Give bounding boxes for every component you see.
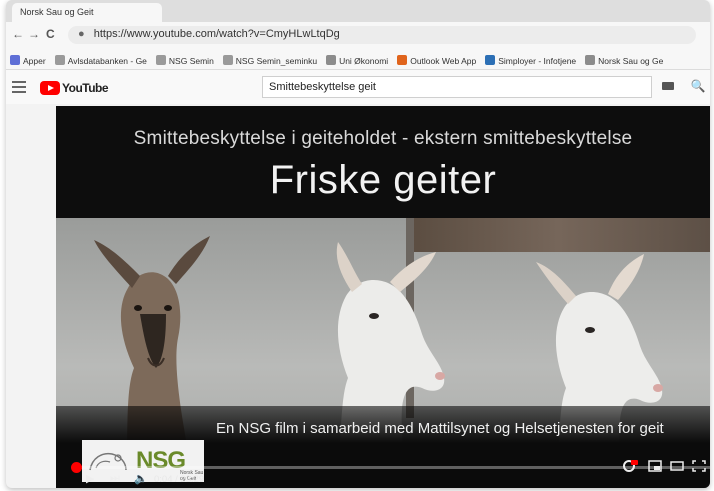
next-icon[interactable]: ⏭ [110, 472, 120, 485]
bookmark-item[interactable]: NSG Semin_seminku [222, 55, 318, 67]
bookmark-label: Simployer - Infotjene [498, 56, 577, 67]
keyboard-icon[interactable] [662, 82, 674, 90]
network-icon [155, 55, 166, 66]
page-icon [326, 55, 337, 66]
play-icon[interactable]: ▶ [86, 472, 94, 485]
youtube-logo-text: YouTube [62, 81, 109, 95]
bookmark-item[interactable]: Simployer - Infotjene [485, 55, 576, 66]
lock-icon: ● [78, 28, 85, 40]
menu-icon[interactable] [12, 81, 26, 96]
search-button[interactable]: 🔍 [686, 76, 710, 98]
fullscreen-icon[interactable] [692, 460, 706, 472]
apps-grid-icon [10, 55, 20, 66]
nsg-logo-text: NSG [136, 447, 186, 474]
progress-bar[interactable] [70, 462, 710, 473]
bookmark-item[interactable]: Uni Økonomi [326, 55, 388, 66]
bookmark-label: Uni Økonomi [339, 56, 389, 67]
bookmark-item[interactable]: Avlsdatabanken - Ge [54, 55, 147, 67]
search-icon: 🔍 [690, 79, 706, 93]
bookmark-label: Norsk Sau og Ge [598, 56, 664, 67]
browser-window: Norsk Sau og Geit ← → C ● https://www.yo… [6, 0, 710, 488]
video-player[interactable]: Smittebeskyttelse i geiteholdet - ekster… [56, 106, 710, 488]
network-icon [222, 55, 233, 66]
bookmark-item[interactable]: Apper [10, 55, 46, 66]
bookmark-label: Apper [23, 56, 46, 67]
browser-tab[interactable]: Norsk Sau og Geit [12, 3, 162, 22]
youtube-play-icon [40, 81, 60, 95]
search-input[interactable]: Smittebeskyttelse geit [262, 76, 652, 98]
youtube-logo[interactable]: YouTube [40, 80, 109, 96]
back-icon[interactable]: ← [12, 27, 24, 41]
page-icon [585, 55, 596, 66]
bookmark-item[interactable]: Norsk Sau og Ge [585, 55, 663, 66]
theater-mode-icon[interactable] [670, 460, 684, 472]
globe-icon [485, 55, 496, 66]
video-title-card: Smittebeskyttelse i geiteholdet - ekster… [56, 106, 710, 218]
browser-toolbar: ← → C ● https://www.youtube.com/watch?v=… [6, 22, 710, 48]
video-main-title: Friske geiter [269, 158, 497, 202]
youtube-header: YouTube Smittebeskyttelse geit 🔍 [6, 70, 710, 104]
settings-icon[interactable] [622, 460, 638, 472]
tab-title: Norsk Sau og Geit [20, 7, 94, 17]
video-subtitle: Smittebeskyttelse i geiteholdet - ekster… [133, 128, 633, 149]
time-display: 0:04 / 23:29 [154, 474, 205, 485]
forward-icon[interactable]: → [28, 27, 40, 41]
progress-scrubber[interactable] [70, 462, 82, 473]
address-bar-url: https://www.youtube.com/watch?v=CmyHLwLt… [93, 28, 340, 40]
video-caption: En NSG film i samarbeid med Mattilsynet … [216, 420, 664, 437]
volume-icon[interactable]: 🔈 [134, 472, 148, 485]
bookmark-item[interactable]: NSG Semin [155, 55, 214, 67]
bookmark-label: Outlook Web App [410, 56, 477, 67]
search-input-value: Smittebeskyttelse geit [269, 81, 376, 93]
address-bar[interactable]: ● https://www.youtube.com/watch?v=CmyHLw… [68, 26, 696, 44]
bookmark-label: NSG Semin_seminku [235, 56, 318, 67]
network-icon [54, 55, 65, 66]
bookmark-label: NSG Semin [168, 56, 214, 67]
reload-icon[interactable]: C [46, 27, 55, 41]
tab-strip: Norsk Sau og Geit [6, 0, 710, 22]
bookmark-item[interactable]: Outlook Web App [397, 55, 476, 66]
outlook-icon [397, 55, 408, 66]
bookmarks-bar: Apper Avlsdatabanken - Ge NSG Semin NSG Sem… [6, 48, 710, 70]
miniplayer-icon[interactable] [648, 460, 662, 472]
bookmark-label: Avlsdatabanken - Ge [67, 56, 147, 67]
